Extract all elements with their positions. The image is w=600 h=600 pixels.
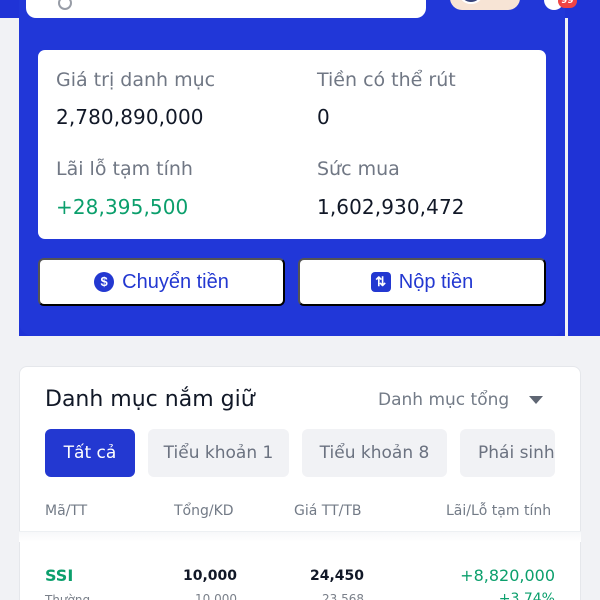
estimated-profit-loss-value: +28,395,500 bbox=[56, 195, 189, 219]
portfolio-selector[interactable]: Danh mục tổng bbox=[378, 388, 509, 412]
buying-power-value: 1,602,930,472 bbox=[317, 195, 465, 219]
column-header-symbol-type: Mã/TT bbox=[45, 503, 88, 519]
stock-type: Thường bbox=[45, 593, 91, 600]
tab-subaccount-8[interactable]: Tiểu khoản 8 bbox=[302, 429, 447, 477]
transfer-money-button[interactable]: $ Chuyển tiền bbox=[38, 258, 285, 306]
chevron-down-icon[interactable] bbox=[529, 396, 543, 404]
mobile-portfolio-screen: 99 Giá trị danh mục 2,780,890,000 Tiền c… bbox=[0, 0, 600, 600]
transfer-money-label: Chuyển tiền bbox=[122, 270, 229, 293]
tab-subaccount-1[interactable]: Tiểu khoản 1 bbox=[148, 429, 289, 477]
column-header-market-average-price: Giá TT/TB bbox=[294, 503, 362, 519]
money-bag-icon: $ bbox=[94, 272, 115, 292]
next-panel-edge bbox=[568, 0, 600, 336]
average-price: 23,568 bbox=[322, 592, 364, 600]
estimated-profit-loss-label: Lãi lỗ tạm tính bbox=[56, 158, 193, 180]
withdrawable-cash-label: Tiền có thể rút bbox=[317, 69, 456, 91]
profit-loss-percent: +3.74% bbox=[498, 591, 555, 600]
left-background-gap bbox=[0, 18, 19, 336]
avatar-image bbox=[458, 0, 484, 4]
deposit-arrows-icon: ⇅ bbox=[370, 272, 391, 292]
column-header-total-available: Tổng/KD bbox=[174, 503, 234, 519]
notification-badge: 99 bbox=[558, 0, 577, 8]
market-price: 24,450 bbox=[309, 568, 364, 584]
stock-symbol[interactable]: SSI bbox=[45, 566, 73, 586]
portfolio-value-label: Giá trị danh mục bbox=[56, 69, 216, 91]
available-quantity: 10,000 bbox=[195, 592, 237, 600]
total-quantity: 10,000 bbox=[182, 568, 237, 584]
tab-all[interactable]: Tất cả bbox=[45, 429, 135, 477]
profit-loss-value: +8,820,000 bbox=[460, 566, 555, 585]
tab-derivative[interactable]: Phái sinh bbox=[460, 429, 555, 477]
column-header-estimated-profit-loss: Lãi/Lỗ tạm tính bbox=[446, 503, 552, 519]
summary-card: Giá trị danh mục 2,780,890,000 Tiền có t… bbox=[38, 50, 546, 239]
portfolio-value: 2,780,890,000 bbox=[56, 105, 204, 129]
deposit-money-label: Nộp tiền bbox=[398, 270, 474, 293]
search-box[interactable] bbox=[26, 0, 426, 18]
holdings-header-shadow bbox=[19, 532, 581, 542]
buying-power-label: Sức mua bbox=[317, 158, 400, 180]
holdings-title: Danh mục nắm giữ bbox=[45, 387, 255, 412]
avatar[interactable] bbox=[450, 0, 520, 10]
deposit-money-button[interactable]: ⇅ Nộp tiền bbox=[298, 258, 546, 306]
withdrawable-cash-value: 0 bbox=[317, 105, 330, 129]
